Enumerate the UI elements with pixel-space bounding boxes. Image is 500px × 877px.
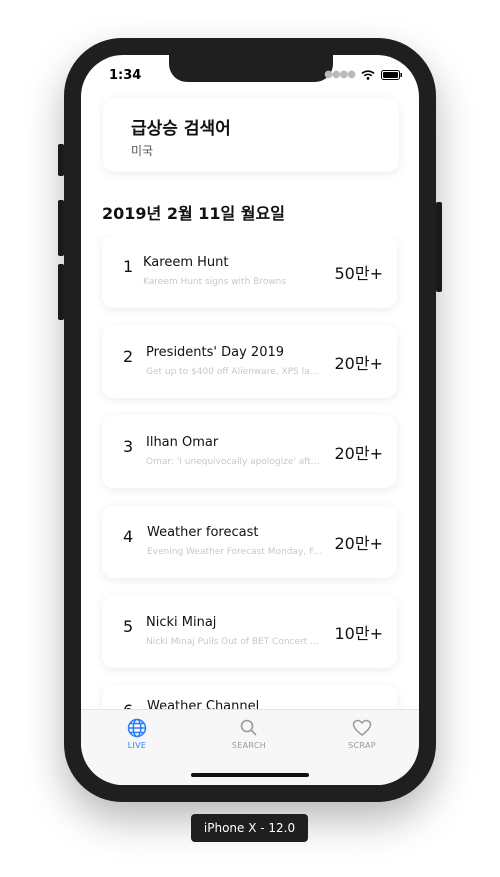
- trend-item[interactable]: 3 Ilhan Omar Omar: 'I unequivocally apol…: [102, 415, 397, 488]
- trend-rank: 1: [123, 257, 134, 276]
- trend-item[interactable]: 5 Nicki Minaj Nicki Minaj Pulls Out of B…: [102, 595, 397, 668]
- trend-count: 50만+: [334, 264, 384, 283]
- home-indicator[interactable]: [191, 773, 309, 777]
- volume-up-button: [58, 200, 64, 256]
- trend-title: Kareem Hunt: [143, 255, 229, 270]
- status-time: 1:34: [109, 68, 142, 83]
- trend-count: 20만+: [334, 534, 384, 553]
- trend-item[interactable]: 4 Weather forecast Evening Weather Forec…: [102, 505, 397, 578]
- region-label[interactable]: 미국: [131, 142, 153, 159]
- trend-description: Get up to $400 off Alienware, XPS laptop…: [146, 367, 322, 377]
- trend-title: Presidents' Day 2019: [146, 345, 285, 360]
- header-card: 급상승 검색어 미국: [103, 98, 399, 172]
- heart-icon: [322, 718, 402, 738]
- trend-item[interactable]: 2 Presidents' Day 2019 Get up to $400 of…: [102, 325, 397, 398]
- trend-item[interactable]: 1 Kareem Hunt Kareem Hunt signs with Bro…: [102, 235, 397, 308]
- trend-description: Nicki Minaj Pulls Out of BET Concert at …: [146, 637, 322, 647]
- trend-rank: 4: [123, 527, 134, 546]
- wifi-icon: [361, 69, 375, 80]
- trend-count: 10만+: [334, 624, 384, 643]
- tab-live-label: LIVE: [127, 741, 147, 750]
- search-icon: [209, 718, 289, 738]
- trend-item[interactable]: 6 Weather Channel: [102, 685, 397, 710]
- mute-switch: [58, 144, 64, 176]
- battery-icon: [381, 69, 403, 80]
- globe-icon: [97, 718, 177, 738]
- tab-scrap-label: SCRAP: [348, 741, 376, 750]
- trend-rank: 3: [123, 437, 134, 456]
- trend-description: Omar: 'I unequivocally apologize' after …: [146, 457, 322, 467]
- tab-search[interactable]: SEARCH: [209, 718, 289, 750]
- notch: [169, 55, 333, 82]
- power-button: [436, 202, 442, 292]
- trend-count: 20만+: [334, 354, 384, 373]
- trend-description: Kareem Hunt signs with Browns: [143, 277, 287, 287]
- status-indicators: ●●●●: [324, 69, 403, 80]
- trend-title: Nicki Minaj: [146, 615, 217, 630]
- trend-list[interactable]: 1 Kareem Hunt Kareem Hunt signs with Bro…: [81, 235, 419, 710]
- trend-description: Evening Weather Forecast Monday, Februar…: [147, 547, 323, 557]
- device-label: iPhone X - 12.0: [191, 814, 308, 842]
- signal-icon: ●●●●: [324, 69, 356, 80]
- trend-count: 20만+: [334, 444, 384, 463]
- date-heading: 2019년 2월 11일 월요일: [102, 204, 285, 223]
- tab-live[interactable]: LIVE: [97, 718, 177, 750]
- screen: 1:34 ●●●● 급상승 검색어 미국 2019년 2월 11일 월요일 1 …: [81, 55, 419, 785]
- trend-rank: 2: [123, 347, 134, 366]
- trend-rank: 5: [123, 617, 134, 636]
- tab-scrap[interactable]: SCRAP: [322, 718, 402, 750]
- page-title: 급상승 검색어: [131, 119, 231, 139]
- trend-title: Ilhan Omar: [146, 435, 219, 450]
- tab-bar: LIVE SEARCH SCRAP: [81, 709, 419, 785]
- tab-search-label: SEARCH: [231, 741, 267, 750]
- trend-title: Weather forecast: [147, 525, 259, 540]
- volume-down-button: [58, 264, 64, 320]
